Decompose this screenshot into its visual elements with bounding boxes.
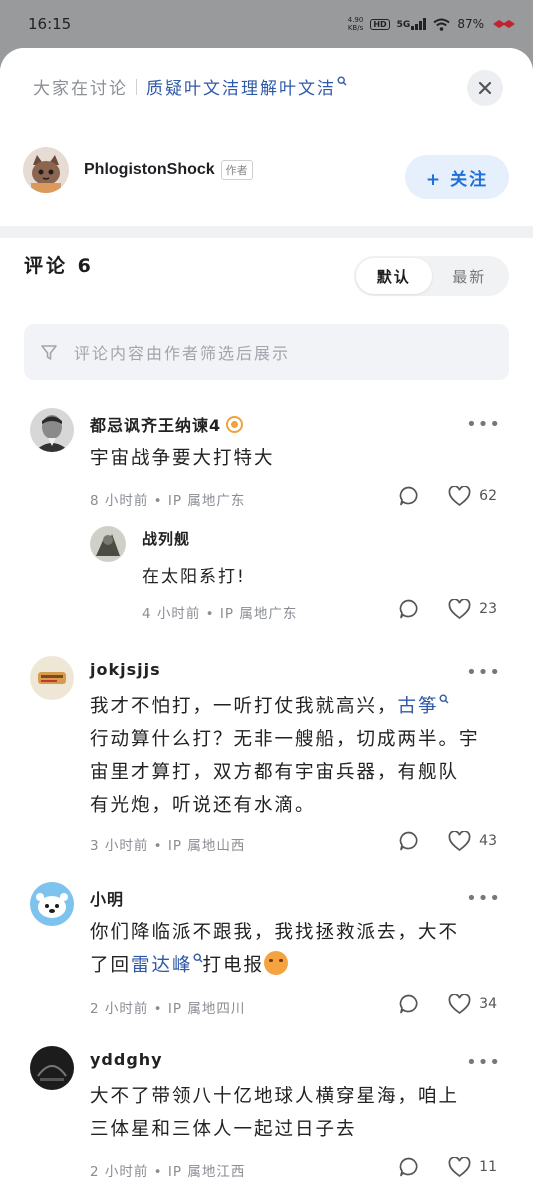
search-icon — [193, 953, 203, 963]
commenter-name[interactable]: jokjsjjs — [90, 660, 161, 679]
like-button[interactable]: 34 — [448, 993, 497, 1015]
author-name[interactable]: PhlogistonShock — [84, 161, 215, 179]
like-count: 11 — [479, 1159, 497, 1175]
like-button[interactable]: 43 — [448, 830, 497, 852]
discussion-label: 大家在讨论 — [33, 79, 128, 99]
comment-bubble-icon — [399, 1157, 418, 1177]
level-badge-icon — [226, 416, 244, 433]
network-5g: 5G — [397, 18, 427, 30]
heart-icon — [448, 485, 471, 506]
like-button[interactable]: 11 — [448, 1156, 497, 1178]
comment-meta: 3 小时前 • IP 属地山西 — [90, 838, 246, 854]
reply-button[interactable] — [398, 485, 420, 507]
filter-icon — [41, 345, 57, 360]
reply-author-name[interactable]: 战列舰 — [142, 528, 190, 549]
discussion-breadcrumb: 大家在讨论 质疑叶文洁理解叶文洁 — [33, 74, 347, 99]
more-options-button[interactable]: ••• — [466, 662, 501, 683]
commenter-avatar[interactable] — [30, 408, 74, 452]
like-count: 23 — [479, 601, 497, 617]
commenter-avatar[interactable] — [30, 1046, 74, 1090]
comment-actions: 11 — [398, 1156, 497, 1178]
close-button[interactable] — [467, 70, 503, 106]
comment-sheet: 大家在讨论 质疑叶文洁理解叶文洁 PhlogistonShock 作者 + 关注… — [0, 48, 533, 1200]
network-speed: 4.90 KB/s — [347, 16, 364, 32]
discussion-topic-link[interactable]: 质疑叶文洁理解叶文洁 — [146, 74, 336, 99]
author-avatar[interactable] — [23, 147, 69, 193]
divider — [136, 78, 137, 95]
like-count: 43 — [479, 833, 497, 849]
close-icon — [478, 81, 492, 95]
comment-meta: 2 小时前 • IP 属地江西 — [90, 1164, 246, 1180]
author-badge: 作者 — [220, 160, 253, 180]
more-options-button[interactable]: ••• — [466, 414, 501, 435]
comment-bubble-icon — [399, 994, 418, 1014]
wifi-icon — [433, 18, 450, 31]
commenter-name[interactable]: 小明 — [90, 886, 124, 910]
sort-latest-tab[interactable]: 最新 — [432, 258, 508, 294]
follow-button[interactable]: + 关注 — [405, 155, 509, 199]
comment-bubble-icon — [399, 486, 418, 506]
comment-actions: 34 — [398, 993, 497, 1015]
like-button[interactable]: 62 — [448, 485, 497, 507]
like-count: 62 — [479, 488, 497, 504]
signal-icon — [411, 18, 427, 30]
comment-meta: 8 小时前 • IP 属地广东 — [90, 493, 246, 509]
status-icons: 4.90 KB/s HD 5G 87% — [348, 16, 517, 32]
reply-actions: 23 — [398, 598, 497, 620]
sort-toggle: 默认 最新 — [354, 256, 509, 296]
hd-icon: HD — [370, 18, 390, 30]
filter-notice: 评论内容由作者筛选后展示 — [24, 324, 509, 380]
comment-text: 你们降临派不跟我，我找拯救派去，大不 了回雷达峰 打电报 — [90, 922, 460, 976]
heart-icon — [448, 993, 471, 1014]
status-time: 16:15 — [28, 15, 72, 33]
reply-text: 在太阳系打! — [142, 567, 246, 587]
comment-text: 我才不怕打，一听打仗我就高兴，古筝 行动算什么打？无非一艘船，切成两半。宇 宙里… — [90, 694, 480, 816]
comment-bubble-icon — [399, 831, 418, 851]
heart-icon — [448, 830, 471, 851]
heart-icon — [448, 1156, 471, 1177]
sheet-header: 大家在讨论 质疑叶文洁理解叶文洁 PhlogistonShock 作者 + 关注 — [0, 48, 533, 226]
section-divider — [0, 226, 533, 238]
comment-text: 大不了带领八十亿地球人横穿星海，咱上 三体星和三体人一起过日子去 — [90, 1086, 460, 1140]
commenter-name[interactable]: 都忌讽齐王纳谏4 — [90, 412, 244, 436]
commenter-name[interactable]: yddghy — [90, 1050, 163, 1069]
reply-button[interactable] — [398, 993, 420, 1015]
sort-default-tab[interactable]: 默认 — [356, 258, 432, 294]
author-row: PhlogistonShock 作者 — [23, 147, 253, 193]
more-options-button[interactable]: ••• — [466, 1052, 501, 1073]
search-icon — [337, 75, 347, 85]
angry-face-emoji-icon — [264, 951, 289, 975]
battery-percent: 87% — [457, 17, 484, 31]
battery-icon — [493, 20, 515, 28]
topic-link[interactable]: 雷达峰 — [131, 955, 193, 976]
comments-section: 评论 6 默认 最新 评论内容由作者筛选后展示 都忌讽齐王纳谏4 ••• 宇宙战… — [0, 238, 533, 1200]
reply-button[interactable] — [398, 598, 420, 620]
filter-notice-text: 评论内容由作者筛选后展示 — [74, 344, 291, 363]
topic-link[interactable]: 古筝 — [398, 696, 439, 717]
reply-button[interactable] — [398, 830, 420, 852]
comment-actions: 43 — [398, 830, 497, 852]
heart-icon — [448, 598, 471, 619]
comment-bubble-icon — [399, 599, 418, 619]
more-options-button[interactable]: ••• — [466, 888, 501, 909]
commenter-avatar[interactable] — [30, 882, 74, 926]
comments-title: 评论 6 — [24, 255, 94, 277]
comment-text: 宇宙战争要大打特大 — [90, 448, 275, 469]
commenter-avatar[interactable] — [30, 656, 74, 700]
reply-meta: 4 小时前 • IP 属地广东 — [142, 606, 298, 622]
comment-meta: 2 小时前 • IP 属地四川 — [90, 1001, 246, 1017]
reply-button[interactable] — [398, 1156, 420, 1178]
like-button[interactable]: 23 — [448, 598, 497, 620]
like-count: 34 — [479, 996, 497, 1012]
comment-actions: 62 — [398, 485, 497, 507]
status-bar: 16:15 4.90 KB/s HD 5G 87% — [0, 0, 533, 48]
reply-avatar[interactable] — [90, 526, 126, 562]
search-icon — [439, 694, 449, 704]
